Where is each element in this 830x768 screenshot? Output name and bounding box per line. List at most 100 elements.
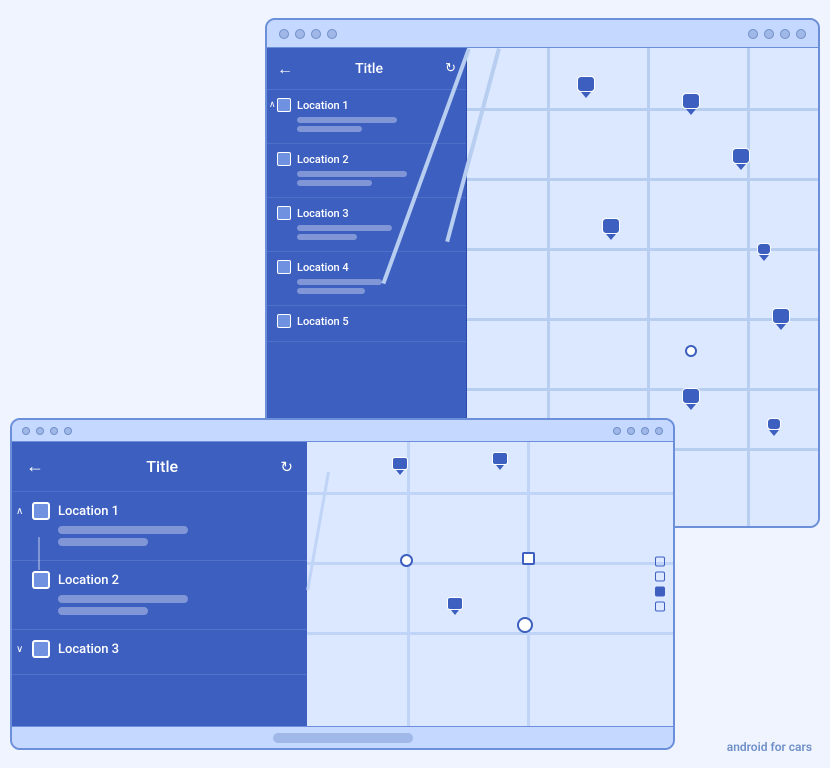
front-panel-header: ← Title ↻ xyxy=(12,442,307,492)
front-road-v1 xyxy=(407,442,410,726)
scroll-indicator-dot xyxy=(655,572,665,582)
back-loc2-name: Location 2 xyxy=(297,153,349,166)
front-location-item-3[interactable]: ∨ Location 3 xyxy=(12,630,307,675)
front-loc3-name: Location 3 xyxy=(58,642,119,657)
road-h2 xyxy=(467,178,818,181)
front-location-item-1[interactable]: ∧ Location 1 xyxy=(12,492,307,561)
road-h4 xyxy=(467,318,818,321)
front-refresh-icon[interactable]: ↻ xyxy=(280,458,293,476)
front-loc2-bar2 xyxy=(58,607,148,615)
back-refresh-icon[interactable]: ↻ xyxy=(445,61,456,76)
front-back-arrow-icon[interactable]: ← xyxy=(26,456,44,477)
front-map-pin-2 xyxy=(492,452,508,470)
back-loc2-bar2 xyxy=(297,180,372,186)
front-top-dots-right xyxy=(613,427,663,435)
back-top-dots-right xyxy=(748,29,806,39)
front-loc2-bar1 xyxy=(58,595,188,603)
chevron-up-icon: ∧ xyxy=(269,100,276,110)
front-diagonal-road xyxy=(306,472,330,591)
back-panel-header: ← Title ↻ xyxy=(267,48,466,90)
back-location-list: ∧ Location 1 Location 2 xyxy=(267,90,466,342)
chevron-up-icon: ∧ xyxy=(16,506,23,517)
location-icon xyxy=(32,640,50,658)
front-loc1-bar2 xyxy=(58,538,148,546)
dot xyxy=(22,427,30,435)
back-loc1-name: Location 1 xyxy=(297,99,349,112)
back-loc3-bar1 xyxy=(297,225,392,231)
back-loc3-bar2 xyxy=(297,234,357,240)
dot xyxy=(64,427,72,435)
back-arrow-icon[interactable]: ← xyxy=(277,59,293,79)
back-loc5-name: Location 5 xyxy=(297,315,349,328)
dot xyxy=(50,427,58,435)
back-loc1-header: Location 1 xyxy=(277,98,456,112)
front-road-h1 xyxy=(307,492,673,495)
back-loc4-bar1 xyxy=(297,279,382,285)
dot xyxy=(655,427,663,435)
front-square-marker xyxy=(522,552,535,565)
back-loc4-header: Location 4 xyxy=(277,260,456,274)
front-location-item-2[interactable]: Location 2 xyxy=(12,561,307,630)
front-loc2-header: Location 2 xyxy=(32,571,293,589)
front-circle-marker-1 xyxy=(400,554,413,567)
front-road-h2 xyxy=(307,562,673,565)
bottom-pill xyxy=(273,733,413,743)
brand-for-cars: for cars xyxy=(770,740,812,754)
road-v3 xyxy=(747,48,750,526)
back-screen-top-bar xyxy=(267,20,818,48)
scroll-indicator-dot xyxy=(655,602,665,612)
front-screen: ← Title ↻ ∧ Location 1 xyxy=(10,418,675,750)
dot xyxy=(613,427,621,435)
dot xyxy=(748,29,758,39)
location-icon xyxy=(277,206,291,220)
front-location-list: ∧ Location 1 Location 2 xyxy=(12,492,307,726)
brand-android: android xyxy=(727,740,768,754)
front-map-pin-3 xyxy=(447,597,463,615)
chevron-down-icon: ∨ xyxy=(16,644,23,655)
dot xyxy=(311,29,321,39)
back-loc3-header: Location 3 xyxy=(277,206,456,220)
location-icon xyxy=(277,152,291,166)
front-panel-title: Title xyxy=(146,457,178,476)
front-loc2-name: Location 2 xyxy=(58,573,119,588)
back-loc3-name: Location 3 xyxy=(297,207,349,220)
dot xyxy=(780,29,790,39)
dot xyxy=(627,427,635,435)
back-location-item[interactable]: Location 2 xyxy=(267,144,466,198)
dot xyxy=(327,29,337,39)
dot xyxy=(796,29,806,39)
back-loc4-bar2 xyxy=(297,288,365,294)
front-road-v2 xyxy=(527,442,530,726)
location-icon xyxy=(277,260,291,274)
dot xyxy=(295,29,305,39)
front-map-pin-1 xyxy=(392,457,408,475)
front-loc1-bar1 xyxy=(58,526,188,534)
road-h1 xyxy=(467,108,818,111)
location-icon xyxy=(277,98,291,112)
front-screen-top-bar xyxy=(12,420,673,442)
front-loc1-header: Location 1 xyxy=(32,502,293,520)
location-icon xyxy=(32,571,50,589)
dot xyxy=(764,29,774,39)
front-panel: ← Title ↻ ∧ Location 1 xyxy=(12,442,307,726)
back-panel-title: Title xyxy=(355,61,383,77)
back-loc1-bar1 xyxy=(297,117,397,123)
front-loc3-header: Location 3 xyxy=(32,640,293,658)
back-loc1-bar2 xyxy=(297,126,362,132)
back-loc2-bar1 xyxy=(297,171,407,177)
brand-text: android for cars xyxy=(727,740,812,754)
front-content: ← Title ↻ ∧ Location 1 xyxy=(12,442,673,726)
front-bottom-bar xyxy=(12,726,673,748)
front-top-dots-left xyxy=(22,427,72,435)
back-loc4-name: Location 4 xyxy=(297,261,349,274)
front-loc1-name: Location 1 xyxy=(58,504,119,519)
front-road-h3 xyxy=(307,632,673,635)
front-map xyxy=(307,442,673,726)
front-circle-marker-2 xyxy=(517,617,533,633)
back-location-item[interactable]: Location 3 xyxy=(267,198,466,252)
location-icon xyxy=(277,314,291,328)
dot xyxy=(279,29,289,39)
back-top-dots-left xyxy=(279,29,337,39)
back-location-item[interactable]: Location 5 xyxy=(267,306,466,342)
back-location-item[interactable]: Location 4 xyxy=(267,252,466,306)
